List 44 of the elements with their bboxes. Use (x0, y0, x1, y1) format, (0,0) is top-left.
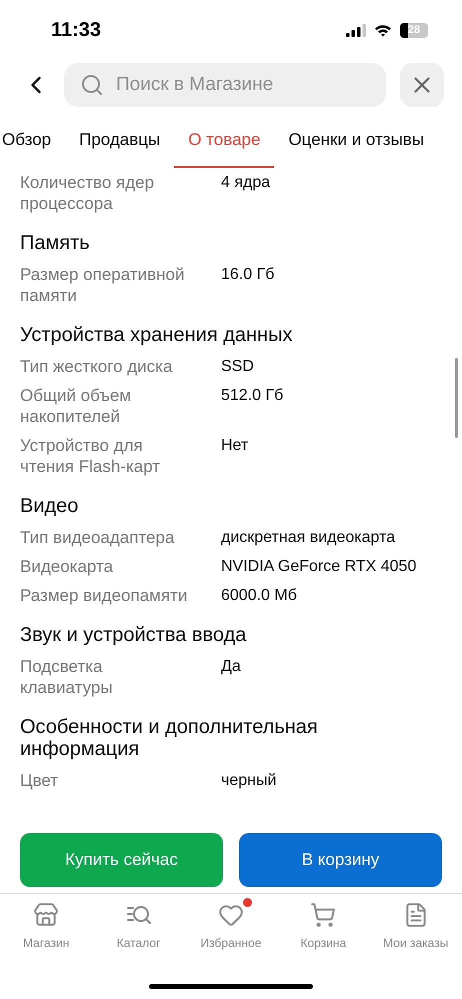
search-field[interactable]: Поиск в Магазине (64, 63, 386, 107)
spec-label: Тип видеоадаптера (20, 527, 176, 548)
cart-icon (310, 902, 336, 928)
nav-tab[interactable]: Корзина (279, 902, 368, 952)
spec-label: Размер видеопамяти (20, 585, 188, 606)
search-icon (80, 73, 104, 97)
spec-value: 4 ядра (221, 173, 272, 193)
spec-label: Тип жесткого диска (20, 356, 174, 377)
spec-label: Размер оперативной памяти (20, 264, 186, 306)
spec-value: дискретная видеокарта (221, 528, 396, 548)
tab[interactable]: О товаре (174, 114, 274, 168)
nav-tab[interactable]: Избранное (186, 902, 275, 952)
add-to-cart-button[interactable]: В корзину (239, 833, 442, 887)
section-title: Звук и устройства ввода (20, 624, 248, 646)
spec-value: Да (221, 657, 242, 677)
buy-now-button[interactable]: Купить сейчас (20, 833, 223, 887)
nav-tab[interactable]: Каталог (94, 902, 183, 952)
spec-value: NVIDIA GeForce RTX 4050 (221, 557, 418, 577)
spec-value: 512.0 Гб (221, 386, 284, 406)
nav-tab[interactable]: Магазин (2, 902, 90, 952)
section-title: Видео (20, 495, 80, 517)
wifi-icon (374, 24, 392, 36)
spec-label: Видеокарта (20, 556, 114, 577)
nav-tab[interactable]: Мои заказы (372, 902, 460, 952)
spec-value: Нет (221, 436, 250, 456)
section-title: Устройства хранения данных (20, 324, 294, 346)
spec-value: черный (221, 771, 278, 791)
close-button[interactable] (400, 63, 444, 107)
tab[interactable]: Оценки и отзывы (274, 114, 438, 168)
tab[interactable]: Обзор (0, 114, 66, 168)
tab[interactable]: Продавцы (65, 114, 174, 168)
section-title: Особенности и дополнительная информация (20, 716, 319, 760)
spec-label: Подсветка клавиатуры (20, 656, 114, 698)
spec-label: Устройство для чтения Flash-карт (20, 435, 162, 477)
spec-value: 16.0 Гб (221, 265, 276, 285)
section-title: Память (20, 232, 91, 254)
spec-label: Количество ядер процессора (20, 172, 156, 214)
spec-label: Цвет (20, 770, 60, 791)
spec-value: 6000.0 Мб (221, 586, 298, 606)
spec-value: SSD (221, 357, 255, 377)
signal-icon (346, 24, 366, 36)
status-time: 11:33 (51, 18, 102, 43)
store-icon (33, 902, 60, 928)
spec-label: Общий объем накопителей (20, 385, 132, 427)
